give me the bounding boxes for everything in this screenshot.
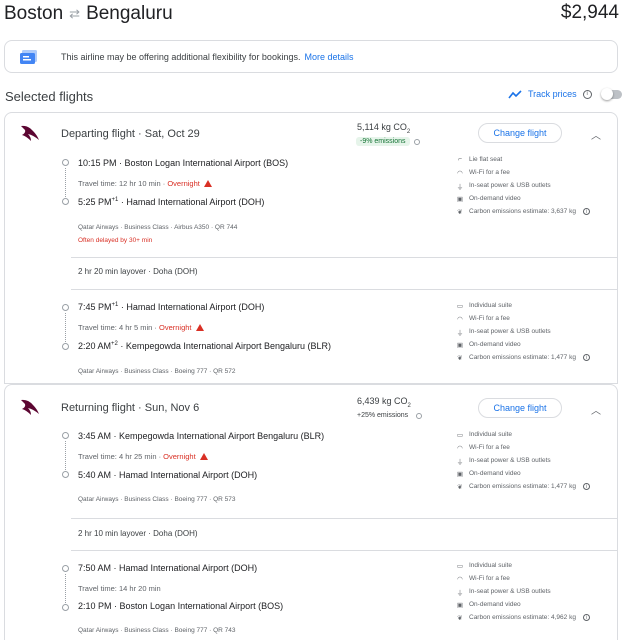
timeline-dot bbox=[62, 159, 69, 166]
timeline-dot bbox=[62, 604, 69, 611]
suite-icon: ▭ bbox=[456, 562, 464, 570]
info-icon: i bbox=[582, 208, 590, 215]
leaf-icon: ❦ bbox=[457, 483, 463, 491]
divider bbox=[71, 550, 617, 551]
leaf-icon: ❦ bbox=[457, 354, 463, 362]
divider bbox=[71, 257, 617, 258]
divider bbox=[71, 289, 617, 290]
track-prices-label: Track prices bbox=[528, 89, 577, 99]
video-icon: ▣ bbox=[456, 470, 464, 478]
section-title: Selected flights bbox=[5, 89, 94, 104]
segment-arrival: 2:10 PM · Boston Logan International Air… bbox=[78, 601, 284, 611]
timeline-dot bbox=[62, 198, 69, 205]
info-icon[interactable] bbox=[413, 138, 420, 145]
returning-flight-card: Returning flight · Sun, Nov 6 6,439 kg C… bbox=[4, 384, 618, 640]
info-icon: i bbox=[582, 483, 590, 490]
video-icon: ▣ bbox=[456, 195, 464, 203]
segment-departure: 7:45 PM+1 · Hamad International Airport … bbox=[78, 302, 265, 312]
info-icon: i bbox=[582, 614, 590, 621]
segment-arrival: 5:25 PM+1 · Hamad International Airport … bbox=[78, 197, 265, 207]
info-icon[interactable]: i bbox=[582, 89, 592, 99]
power-icon: ⏚ bbox=[456, 589, 464, 597]
change-returning-flight-button[interactable]: Change flight bbox=[478, 398, 562, 418]
segment-arrival: 2:20 AM+2 · Kempegowda International Air… bbox=[78, 341, 331, 351]
power-icon: ⏚ bbox=[456, 183, 464, 191]
more-details-link[interactable]: More details bbox=[304, 52, 353, 62]
warning-icon bbox=[195, 324, 204, 331]
timeline-dot bbox=[62, 432, 69, 439]
track-prices-toggle[interactable] bbox=[600, 87, 622, 100]
leaf-icon: ❦ bbox=[457, 208, 463, 216]
wifi-icon: ◠ bbox=[457, 169, 463, 177]
origin-city: Boston bbox=[4, 3, 64, 24]
ticket-flex-icon bbox=[20, 49, 37, 64]
flexibility-banner: This airline may be offering additional … bbox=[4, 40, 618, 73]
amenities-list: ▭ Individual suite ◠ Wi-Fi for a fee ⏚ In-s… bbox=[456, 562, 590, 622]
wifi-icon: ◠ bbox=[457, 315, 463, 323]
video-icon: ▣ bbox=[456, 601, 464, 609]
departing-emissions: 5,114 kg CO2 bbox=[357, 122, 411, 135]
segment-meta: Qatar Airways · Business Class · Boeing … bbox=[78, 368, 236, 375]
route-title: Boston ⇄ Bengaluru bbox=[4, 2, 173, 26]
warning-icon bbox=[203, 180, 212, 187]
segment-meta: Qatar Airways · Business Class · Airbus … bbox=[78, 224, 238, 231]
segment-departure: 3:45 AM · Kempegowda International Airpo… bbox=[78, 431, 325, 441]
segment-departure: 7:50 AM · Hamad International Airport (D… bbox=[78, 563, 258, 573]
info-icon[interactable] bbox=[416, 412, 423, 419]
segment-travel-time: Travel time: 14 hr 20 min bbox=[78, 584, 161, 593]
returning-emissions-delta: +25% emissions bbox=[357, 411, 423, 420]
timeline-line bbox=[65, 574, 66, 603]
segment-departure: 10:15 PM · Boston Logan International Ai… bbox=[78, 158, 289, 168]
qatar-airways-logo-icon bbox=[21, 125, 39, 141]
departing-emissions-delta: -9% emissions bbox=[356, 137, 420, 146]
segment-meta: Qatar Airways · Business Class · Boeing … bbox=[78, 496, 236, 503]
suite-icon: ▭ bbox=[456, 302, 464, 310]
power-icon: ⏚ bbox=[456, 329, 464, 337]
banner-text: This airline may be offering additional … bbox=[61, 51, 301, 62]
track-prices[interactable]: Track prices i bbox=[508, 87, 622, 100]
chevron-up-icon[interactable]: ︿ bbox=[591, 402, 601, 417]
suite-icon: ▭ bbox=[456, 431, 464, 439]
change-departing-flight-button[interactable]: Change flight bbox=[478, 123, 562, 143]
timeline-dot bbox=[62, 343, 69, 350]
segment-arrival: 5:40 AM · Hamad International Airport (D… bbox=[78, 470, 258, 480]
amenities-list: ▭ Individual suite ◠ Wi-Fi for a fee ⏚ In-s… bbox=[456, 302, 590, 362]
segment-travel-time: Travel time: 4 hr 25 min · Overnight bbox=[78, 452, 208, 461]
layover-info: 2 hr 20 min layover · Doha (DOH) bbox=[78, 267, 198, 276]
departing-title: Departing flight · Sat, Oct 29 bbox=[61, 128, 200, 140]
delay-warning: Often delayed by 30+ min bbox=[78, 237, 153, 244]
warning-icon bbox=[199, 453, 208, 460]
timeline-dot bbox=[62, 304, 69, 311]
returning-emissions: 6,439 kg CO2 bbox=[357, 396, 411, 409]
segment-meta: Qatar Airways · Business Class · Boeing … bbox=[78, 627, 236, 634]
amenities-list: ⌐ Lie flat seat ◠ Wi-Fi for a fee ⏚ In-seat… bbox=[456, 156, 590, 216]
amenities-list: ▭ Individual suite ◠ Wi-Fi for a fee ⏚ In-s… bbox=[456, 431, 590, 491]
wifi-icon: ◠ bbox=[457, 575, 463, 583]
trend-icon bbox=[508, 89, 522, 98]
timeline-line bbox=[65, 441, 66, 470]
segment-travel-time: Travel time: 12 hr 10 min · Overnight bbox=[78, 179, 212, 188]
timeline-line bbox=[65, 313, 66, 342]
leaf-icon: ❦ bbox=[457, 614, 463, 622]
destination-city: Bengaluru bbox=[86, 3, 173, 24]
emissions-badge: +25% emissions bbox=[357, 412, 409, 419]
timeline-line bbox=[65, 168, 66, 197]
power-icon: ⏚ bbox=[456, 458, 464, 466]
segment-travel-time: Travel time: 4 hr 5 min · Overnight bbox=[78, 323, 204, 332]
emissions-badge: -9% emissions bbox=[356, 137, 410, 146]
info-icon: i bbox=[582, 354, 590, 361]
returning-title: Returning flight · Sun, Nov 6 bbox=[61, 402, 200, 414]
round-trip-arrows-icon: ⇄ bbox=[69, 6, 81, 21]
departing-flight-card: Departing flight · Sat, Oct 29 5,114 kg … bbox=[4, 112, 618, 384]
qatar-airways-logo-icon bbox=[21, 399, 39, 415]
chevron-up-icon[interactable]: ︿ bbox=[591, 127, 601, 142]
wifi-icon: ◠ bbox=[457, 444, 463, 452]
video-icon: ▣ bbox=[456, 341, 464, 349]
total-price: $2,944 bbox=[560, 2, 619, 23]
timeline-dot bbox=[62, 471, 69, 478]
layover-info: 2 hr 10 min layover · Doha (DOH) bbox=[78, 529, 198, 538]
divider bbox=[71, 518, 617, 519]
seat-icon: ⌐ bbox=[458, 156, 462, 163]
timeline-dot bbox=[62, 565, 69, 572]
